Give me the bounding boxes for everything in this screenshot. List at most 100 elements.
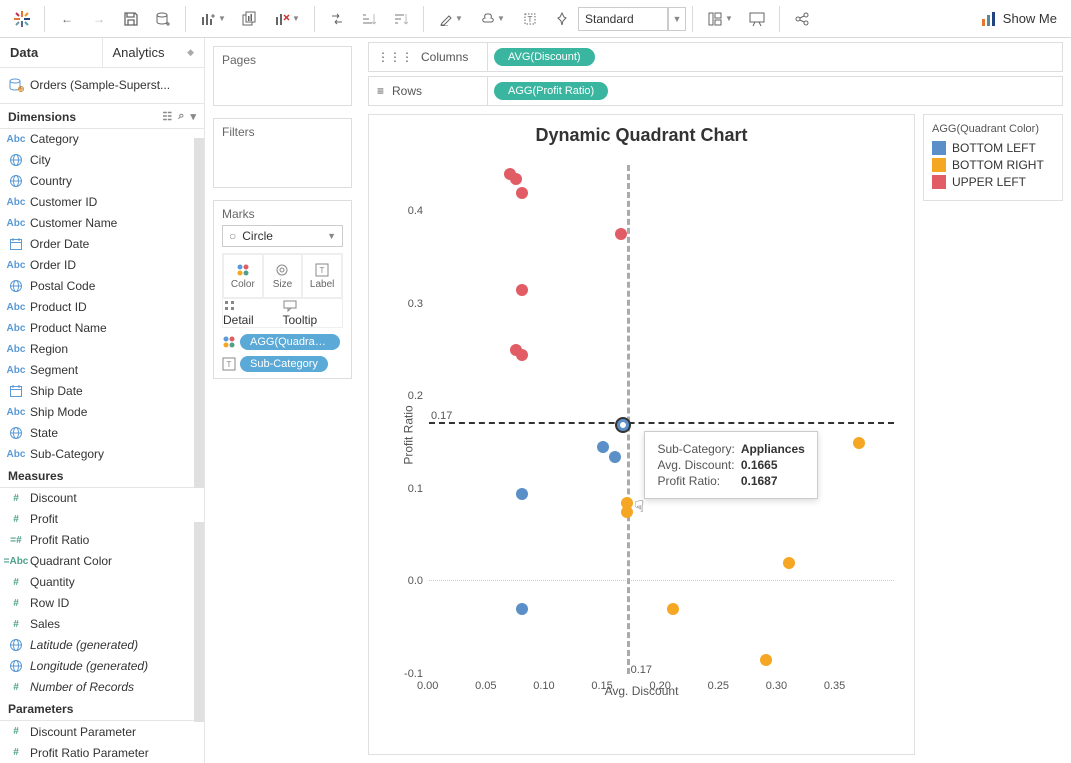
data-point[interactable] — [516, 284, 528, 296]
field-state[interactable]: State — [0, 423, 204, 444]
undo-button[interactable]: ← — [51, 3, 83, 35]
field-product-name[interactable]: AbcProduct Name — [0, 318, 204, 339]
data-point[interactable] — [615, 228, 627, 240]
data-point[interactable] — [516, 603, 528, 615]
clear-sheet-button[interactable]: ▼ — [266, 3, 308, 35]
field-order-id[interactable]: AbcOrder ID — [0, 255, 204, 276]
filters-card[interactable]: Filters — [213, 118, 352, 188]
type-icon — [8, 237, 24, 251]
tab-analytics[interactable]: Analytics◆ — [102, 38, 205, 67]
find-icon[interactable]: ⌕ — [178, 110, 184, 123]
data-point[interactable] — [516, 488, 528, 500]
field-ship-mode[interactable]: AbcShip Mode — [0, 402, 204, 423]
field-segment[interactable]: AbcSegment — [0, 360, 204, 381]
data-point[interactable] — [516, 349, 528, 361]
scrollbar[interactable] — [194, 138, 204, 488]
sort-asc-button[interactable] — [353, 3, 385, 35]
redo-button[interactable]: → — [83, 3, 115, 35]
field-number-of-records[interactable]: #Number of Records — [0, 677, 204, 697]
type-icon: Abc — [8, 344, 24, 355]
presentation-mode-button[interactable] — [741, 3, 773, 35]
field-order-date[interactable]: Order Date — [0, 234, 204, 255]
fit-select[interactable]: Standard — [578, 7, 668, 31]
field-label: Discount Parameter — [30, 725, 136, 739]
save-button[interactable] — [115, 3, 147, 35]
marks-detail-button[interactable]: Detail — [223, 299, 283, 327]
field-quadrant-color[interactable]: =AbcQuadrant Color — [0, 551, 204, 572]
field-profit[interactable]: #Profit — [0, 509, 204, 530]
legend-item[interactable]: BOTTOM RIGHT — [932, 158, 1054, 172]
show-labels-button[interactable]: T — [514, 3, 546, 35]
type-icon: # — [8, 747, 24, 758]
rows-shelf[interactable]: ≡Rows AGG(Profit Ratio) — [368, 76, 1063, 106]
type-icon: # — [8, 493, 24, 504]
group-button[interactable]: ▼ — [472, 3, 514, 35]
field-customer-id[interactable]: AbcCustomer ID — [0, 192, 204, 213]
duplicate-sheet-button[interactable] — [234, 3, 266, 35]
field-sub-category[interactable]: AbcSub-Category — [0, 444, 204, 463]
new-datasource-button[interactable] — [147, 3, 179, 35]
field-profit-ratio-parameter[interactable]: #Profit Ratio Parameter — [0, 742, 204, 763]
data-point[interactable] — [510, 173, 522, 185]
sort-desc-button[interactable] — [385, 3, 417, 35]
marks-pill-quadrant-color[interactable]: AGG(Quadrant .. — [240, 334, 340, 350]
data-point[interactable] — [783, 557, 795, 569]
data-point[interactable] — [597, 441, 609, 453]
pages-card[interactable]: Pages — [213, 46, 352, 106]
data-point[interactable] — [609, 451, 621, 463]
type-icon: Abc — [8, 218, 24, 229]
show-cards-button[interactable]: ▼ — [699, 3, 741, 35]
svg-text:T: T — [320, 266, 325, 275]
field-customer-name[interactable]: AbcCustomer Name — [0, 213, 204, 234]
field-quantity[interactable]: #Quantity — [0, 572, 204, 593]
legend-item[interactable]: UPPER LEFT — [932, 175, 1054, 189]
field-latitude-generated-[interactable]: Latitude (generated) — [0, 635, 204, 656]
data-point[interactable] — [621, 506, 633, 518]
field-product-id[interactable]: AbcProduct ID — [0, 297, 204, 318]
highlight-button[interactable]: ▼ — [430, 3, 472, 35]
field-discount[interactable]: #Discount — [0, 488, 204, 509]
field-profit-ratio[interactable]: =#Profit Ratio — [0, 530, 204, 551]
data-point[interactable] — [760, 654, 772, 666]
marks-size-button[interactable]: Size — [263, 254, 303, 298]
field-region[interactable]: AbcRegion — [0, 339, 204, 360]
type-icon: # — [8, 726, 24, 737]
field-country[interactable]: Country — [0, 171, 204, 192]
field-category[interactable]: AbcCategory — [0, 129, 204, 150]
field-discount-parameter[interactable]: # Discount Parameter — [0, 721, 204, 742]
field-postal-code[interactable]: Postal Code — [0, 276, 204, 297]
data-point[interactable] — [853, 437, 865, 449]
data-point[interactable] — [516, 187, 528, 199]
marks-label-button[interactable]: TLabel — [302, 254, 342, 298]
share-button[interactable] — [786, 3, 818, 35]
field-row-id[interactable]: #Row ID — [0, 593, 204, 614]
pin-button[interactable] — [546, 3, 578, 35]
menu-caret-icon[interactable]: ▾ — [190, 110, 196, 123]
mark-type-select[interactable]: ○Circle▼ — [222, 225, 343, 247]
legend-item[interactable]: BOTTOM LEFT — [932, 141, 1054, 155]
field-ship-date[interactable]: Ship Date — [0, 381, 204, 402]
new-worksheet-button[interactable]: ▼ — [192, 3, 234, 35]
rows-pill-profit-ratio[interactable]: AGG(Profit Ratio) — [494, 82, 608, 100]
tab-data[interactable]: Data — [0, 38, 102, 67]
fit-select-caret[interactable]: ▼ — [668, 7, 686, 31]
swap-button[interactable] — [321, 3, 353, 35]
color-legend[interactable]: AGG(Quadrant Color) BOTTOM LEFTBOTTOM RI… — [923, 114, 1063, 201]
datasource-name[interactable]: Orders (Sample-Superst... — [30, 78, 170, 92]
x-tick: 0.05 — [475, 680, 496, 692]
field-city[interactable]: City — [0, 150, 204, 171]
columns-pill-avg-discount[interactable]: AVG(Discount) — [494, 48, 595, 66]
field-sales[interactable]: #Sales — [0, 614, 204, 635]
show-me-button[interactable]: Show Me — [981, 11, 1057, 27]
data-point[interactable] — [617, 419, 629, 431]
marks-pill-subcategory[interactable]: Sub-Category — [240, 356, 328, 372]
chart-canvas[interactable]: Dynamic Quadrant Chart Profit Ratio -0.1… — [368, 114, 915, 755]
data-point[interactable] — [667, 603, 679, 615]
columns-shelf[interactable]: ⋮⋮⋮Columns AVG(Discount) — [368, 42, 1063, 72]
field-longitude-generated-[interactable]: Longitude (generated) — [0, 656, 204, 677]
view-as-icon[interactable]: ☷ — [162, 110, 172, 123]
scrollbar[interactable] — [194, 522, 204, 722]
marks-color-button[interactable]: Color — [223, 254, 263, 298]
marks-tooltip-button[interactable]: Tooltip — [283, 299, 343, 327]
type-icon: # — [8, 514, 24, 525]
